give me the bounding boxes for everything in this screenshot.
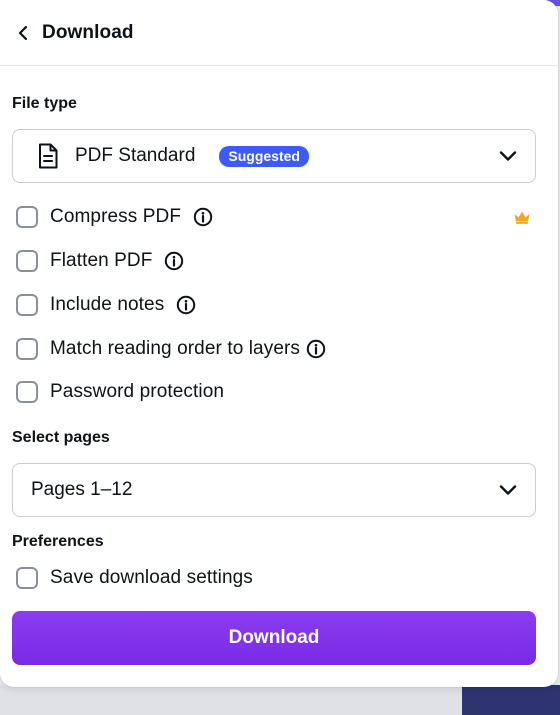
- file-type-select[interactable]: PDF Standard Suggested: [12, 129, 536, 183]
- screen: Download File type PDF Standard Suggeste…: [0, 0, 560, 715]
- preferences-label: Preferences: [12, 533, 104, 550]
- option-label: Flatten PDF: [50, 250, 153, 271]
- info-icon[interactable]: [193, 207, 213, 227]
- save-settings-checkbox[interactable]: [16, 567, 38, 589]
- match-reading-order-checkbox[interactable]: [16, 338, 38, 360]
- download-button[interactable]: Download: [12, 611, 536, 665]
- option-label: Password protection: [50, 381, 225, 402]
- background-canvas-edge: [0, 685, 462, 715]
- info-icon[interactable]: [176, 295, 196, 315]
- pages-value: Pages 1–12: [31, 479, 133, 500]
- info-icon[interactable]: [164, 251, 184, 271]
- file-type-label: File type: [12, 95, 77, 112]
- chevron-down-icon: [499, 485, 517, 495]
- chevron-down-icon: [499, 151, 517, 161]
- panel-title: Download: [42, 21, 134, 43]
- option-compress-pdf[interactable]: Compress PDF: [16, 203, 213, 231]
- option-label: Match reading order to layers: [50, 338, 301, 359]
- panel-header: Download: [0, 0, 558, 66]
- option-label: Save download settings: [50, 567, 253, 588]
- select-pages-label: Select pages: [12, 429, 110, 446]
- option-save-download-settings[interactable]: Save download settings: [16, 564, 253, 592]
- include-notes-checkbox[interactable]: [16, 294, 38, 316]
- chevron-left-icon[interactable]: [14, 24, 32, 42]
- file-type-value: PDF Standard: [75, 145, 196, 166]
- info-icon[interactable]: [306, 339, 326, 359]
- option-label: Compress PDF: [50, 206, 182, 227]
- download-panel: Download File type PDF Standard Suggeste…: [0, 0, 558, 687]
- option-flatten-pdf[interactable]: Flatten PDF: [16, 247, 184, 275]
- option-password-protection[interactable]: Password protection: [16, 378, 224, 406]
- crown-icon: [514, 211, 530, 224]
- option-match-reading-order[interactable]: Match reading order to layers: [16, 335, 326, 363]
- document-icon: [39, 143, 58, 169]
- select-pages-dropdown[interactable]: Pages 1–12: [12, 463, 536, 517]
- flatten-pdf-checkbox[interactable]: [16, 250, 38, 272]
- password-protection-checkbox[interactable]: [16, 381, 38, 403]
- option-include-notes[interactable]: Include notes: [16, 291, 196, 319]
- suggested-badge: Suggested: [219, 145, 309, 167]
- background-thumbnail: [462, 685, 560, 715]
- compress-pdf-checkbox[interactable]: [16, 206, 38, 228]
- option-label: Include notes: [50, 294, 165, 315]
